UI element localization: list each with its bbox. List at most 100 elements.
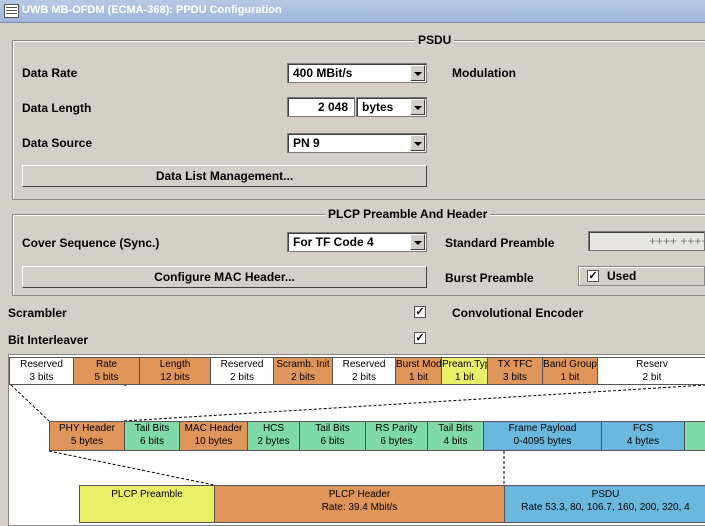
field-name: Burst Mode (396, 359, 442, 370)
row1-field: Scramb. Init 2 bits (273, 357, 333, 385)
plcp-group-title: PLCP Preamble And Header (325, 207, 491, 221)
field-name: PHY Header (59, 423, 115, 434)
row2-field: Tail Bits 4 bits (427, 421, 484, 451)
chevron-down-icon[interactable] (410, 234, 425, 250)
row2-field: RS Parity 6 bytes (365, 421, 428, 451)
field-size: 1 bit (560, 372, 580, 383)
row2-field: Tail Bits 6 bits (124, 421, 180, 451)
field-name: Frame Payload (508, 423, 577, 434)
data-length-unit-value: bytes (362, 100, 394, 114)
field-size: 4 bytes (626, 436, 660, 447)
row2-field: Tail Bits 6 bits (299, 421, 366, 451)
standard-preamble-field: ++++ ++++ (588, 231, 705, 251)
title-bar: UWB MB-OFDM (ECMA-368): PPDU Configurati… (0, 0, 705, 23)
burst-preamble-label: Burst Preamble (445, 271, 534, 285)
burst-preamble-checkbox[interactable]: ✓ (587, 270, 599, 282)
convolutional-encoder-label: Convolutional Encoder (452, 306, 584, 320)
field-name: Reserved (342, 359, 386, 370)
row1-field: Burst Mode 1 bit (395, 357, 442, 385)
row2-field: MAC Header 10 bytes (179, 421, 248, 451)
field-name: Reserved (20, 359, 63, 370)
field-size: 6 bits (320, 436, 345, 447)
field-name: Tail Bits (315, 423, 350, 434)
field-name: Reserv (636, 359, 668, 370)
data-length-input[interactable]: 2 048 (287, 97, 355, 117)
cover-sequence-label: Cover Sequence (Sync.) (22, 236, 160, 250)
chevron-down-icon[interactable] (410, 65, 425, 81)
field-size: 3 bits (29, 372, 54, 383)
field-size: 2 bits (230, 372, 254, 383)
row1-field: TX TFC 3 bits (487, 357, 543, 385)
row2-field: HCS 2 bytes (247, 421, 300, 451)
field-name: Band Group (543, 359, 597, 370)
row2-field: FCS 4 bytes (601, 421, 685, 451)
row2-field: PHY Header 5 bytes (49, 421, 125, 451)
row1-field: Rate 5 bits (73, 357, 140, 385)
field-name: PLCP Header (328, 489, 391, 500)
field-size: 1 bit (409, 372, 428, 383)
field-size: 3 bits (503, 372, 527, 383)
field-size: 10 bytes (194, 436, 233, 447)
standard-preamble-label: Standard Preamble (445, 236, 555, 250)
field-size: 2 bits (291, 372, 315, 383)
chevron-down-icon[interactable] (410, 99, 425, 115)
chevron-down-icon[interactable] (410, 135, 425, 151)
data-source-value: PN 9 (293, 136, 320, 150)
psdu-group-title: PSDU (415, 33, 455, 47)
cover-sequence-value: For TF Code 4 (293, 235, 374, 249)
row1-field: Reserved 3 bits (9, 357, 74, 385)
window-title: UWB MB-OFDM (ECMA-368): PPDU Configurati… (22, 4, 282, 16)
field-size: Rate 53.3, 80, 106.7, 160, 200, 320, 4 (521, 502, 690, 513)
field-size: 2 bytes (257, 436, 290, 447)
row3-field: PLCP Header Rate: 39.4 Mbit/s (214, 485, 505, 523)
scrambler-checkbox[interactable]: ✓ (414, 306, 426, 318)
cover-sequence-select[interactable]: For TF Code 4 (287, 232, 427, 252)
field-name: Length (159, 359, 191, 370)
data-source-select[interactable]: PN 9 (287, 133, 427, 153)
row3-field: PSDU Rate 53.3, 80, 106.7, 160, 200, 320,… (504, 485, 705, 523)
data-list-management-button[interactable]: Data List Management... (22, 165, 427, 187)
row1-field: Reserved 2 bits (210, 357, 274, 385)
field-name: Tail Bits (134, 423, 170, 434)
data-rate-select[interactable]: 400 MBit/s (287, 63, 427, 83)
field-name: MAC Header (184, 423, 243, 434)
field-name: Reserved (220, 359, 264, 370)
field-size: 12 bits (160, 372, 190, 383)
window-icon (4, 4, 19, 18)
data-rate-label: Data Rate (22, 66, 78, 80)
row1-field: Reserv 2 bit (597, 357, 705, 385)
data-length-unit-select[interactable]: bytes (356, 97, 427, 117)
field-size: 4 bits (443, 436, 468, 447)
field-name: FCS (633, 423, 653, 434)
field-name: PSDU (591, 489, 620, 500)
data-source-label: Data Source (22, 136, 93, 150)
burst-preamble-check-label: Used (607, 269, 637, 283)
burst-preamble-box: ✓ Used (578, 266, 705, 286)
field-size: 1 bit (455, 372, 474, 383)
field-size: Rate: 39.4 Mbit/s (321, 502, 398, 513)
configure-mac-header-button[interactable]: Configure MAC Header... (22, 266, 427, 288)
bit-interleaver-checkbox[interactable]: ✓ (414, 332, 426, 344)
field-name: PLCP Preamble (111, 489, 183, 500)
field-name: Rate (95, 359, 118, 370)
field-size: 6 bits (140, 436, 164, 447)
field-size: 5 bits (94, 372, 119, 383)
field-name: RS Parity (375, 423, 418, 434)
row3-field: PLCP Preamble (79, 485, 215, 523)
modulation-label: Modulation (452, 66, 516, 80)
row1-field: Pream.Type 1 bit (441, 357, 488, 385)
row2-field (684, 421, 705, 451)
field-size: 2 bit (642, 372, 662, 383)
field-size: 6 bytes (380, 436, 413, 447)
field-name: TX TFC (497, 359, 533, 370)
field-name: Scramb. Init (276, 359, 330, 370)
field-name: Pream.Type (442, 359, 487, 370)
data-length-label: Data Length (22, 101, 92, 115)
ppdu-structure-diagram: Reserved 3 bits Rate 5 bits Length 12 bits Res… (8, 354, 705, 526)
row2-field: Frame Payload 0-4095 bytes (483, 421, 602, 451)
field-size: 5 bytes (70, 436, 104, 447)
field-name: Tail Bits (438, 423, 473, 434)
field-size: 0-4095 bytes (513, 436, 572, 447)
field-size: 2 bits (352, 372, 376, 383)
data-rate-value: 400 MBit/s (293, 66, 353, 80)
